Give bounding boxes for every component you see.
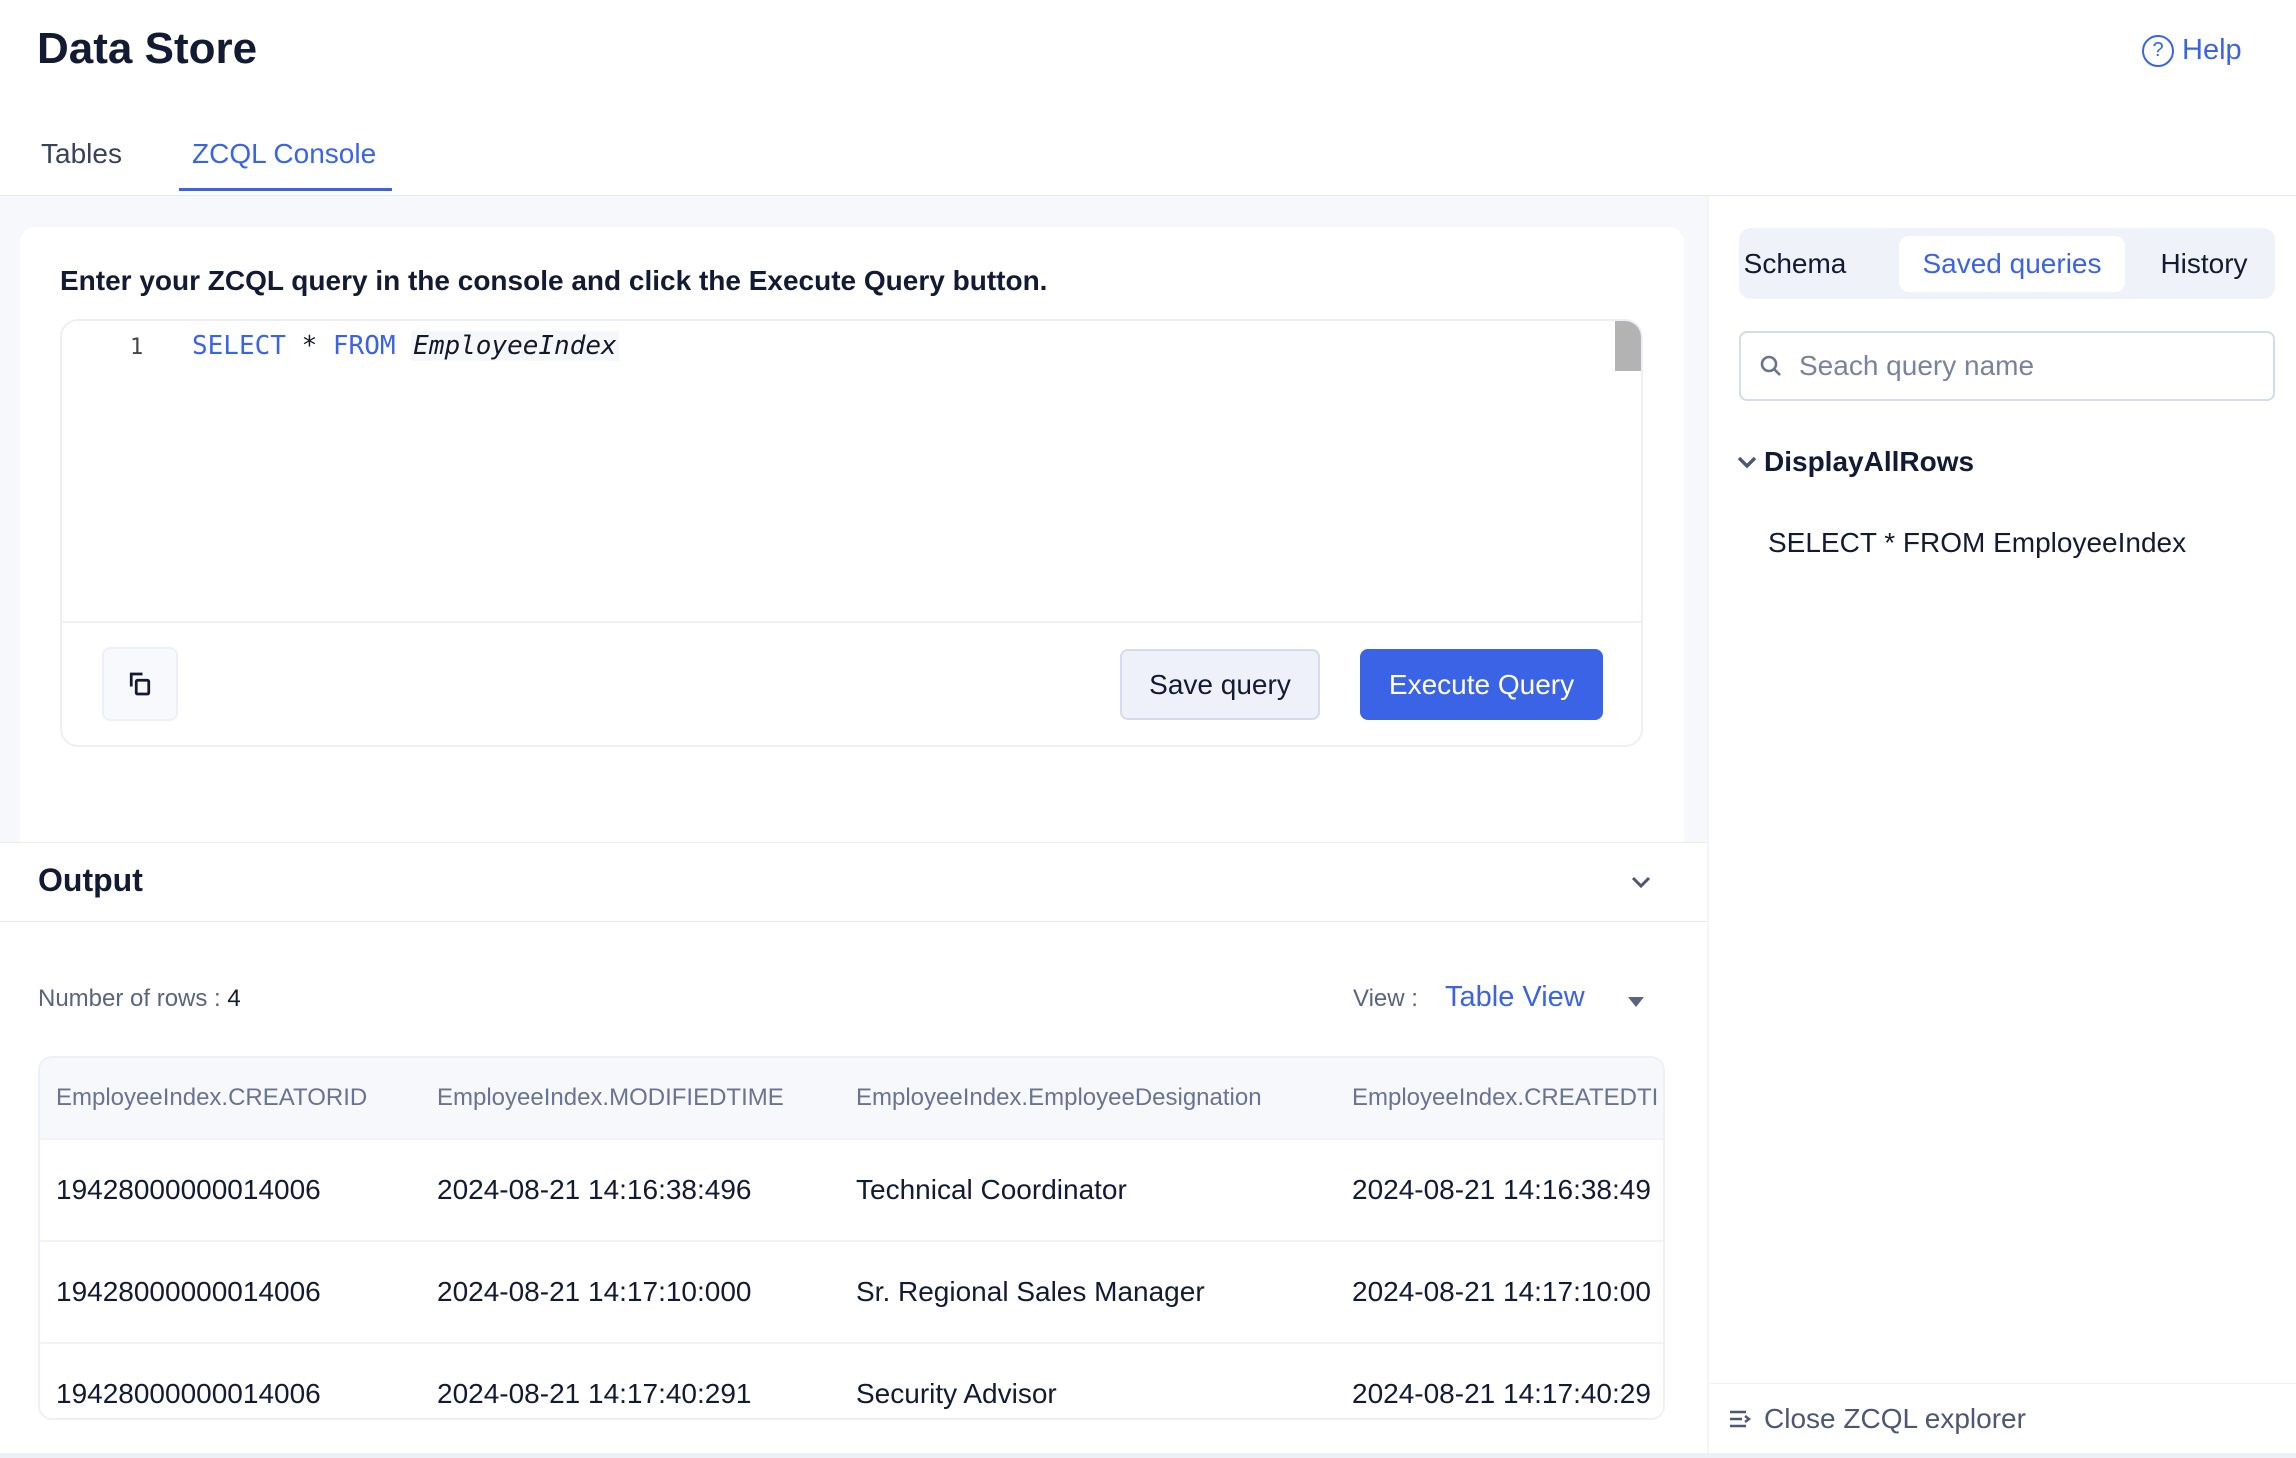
saved-query-group[interactable]: DisplayAllRows — [1736, 446, 1974, 478]
column-header[interactable]: EmployeeIndex.CREATORID — [56, 1084, 367, 1112]
group-name: DisplayAllRows — [1764, 446, 1975, 477]
search-box — [1739, 331, 2275, 401]
keyword-from: FROM — [332, 331, 396, 361]
question-circle-icon: ? — [2142, 34, 2174, 67]
close-explorer-label: Close ZCQL explorer — [1764, 1403, 2026, 1434]
copy-button[interactable] — [102, 647, 178, 721]
explorer-tabs: Schema Saved queries History — [1739, 228, 2275, 299]
save-query-button[interactable]: Save query — [1120, 649, 1320, 720]
query-editor[interactable]: 1 SELECT * FROM EmployeeIndex Save query… — [60, 319, 1643, 747]
active-tab-indicator — [179, 188, 392, 191]
table-header-row: EmployeeIndex.CREATORID EmployeeIndex.MO… — [40, 1058, 1663, 1140]
table-row: 19428000000014006 2024-08-21 14:17:10:00… — [40, 1242, 1663, 1344]
view-select[interactable]: Table View — [1445, 981, 1585, 1014]
chevron-down-icon — [1737, 456, 1757, 469]
cell: 2024-08-21 14:17:10:00 — [1352, 1276, 1651, 1307]
cell: 2024-08-21 14:16:38:49 — [1352, 1174, 1651, 1205]
divider — [0, 1453, 2296, 1458]
collapse-menu-icon — [1730, 1410, 1751, 1428]
help-label: Help — [2182, 34, 2242, 66]
page-title: Data Store — [37, 24, 258, 73]
search-query-input[interactable] — [1799, 350, 2239, 382]
tab-saved-queries[interactable]: Saved queries — [1899, 236, 2125, 292]
results-table: EmployeeIndex.CREATORID EmployeeIndex.MO… — [38, 1056, 1665, 1420]
caret-down-icon[interactable] — [1626, 994, 1646, 1010]
divider — [62, 621, 1641, 623]
cell: Sr. Regional Sales Manager — [856, 1276, 1205, 1307]
cell: 2024-08-21 14:16:38:496 — [437, 1174, 752, 1205]
table-row: 19428000000014006 2024-08-21 14:16:38:49… — [40, 1140, 1663, 1242]
divider — [1707, 196, 1709, 1458]
tab-zcql-console[interactable]: ZCQL Console — [192, 138, 376, 170]
saved-query-item[interactable]: SELECT * FROM EmployeeIndex — [1768, 527, 2186, 559]
tab-history[interactable]: History — [2139, 236, 2269, 292]
tab-tables[interactable]: Tables — [41, 138, 122, 170]
cell: 2024-08-21 14:17:10:000 — [437, 1276, 752, 1307]
row-count: Number of rows : 4 — [38, 985, 241, 1013]
row-count-value: 4 — [227, 985, 241, 1012]
output-title: Output — [38, 862, 143, 898]
code-table-name: EmployeeIndex — [411, 331, 619, 361]
view-label: View : — [1353, 985, 1418, 1012]
code-line[interactable]: SELECT * FROM EmployeeIndex — [192, 331, 619, 361]
cell: Security Advisor — [856, 1378, 1057, 1409]
copy-icon — [129, 672, 151, 696]
table-row: 19428000000014006 2024-08-21 14:17:40:29… — [40, 1344, 1663, 1418]
divider — [1709, 1383, 2296, 1384]
help-link[interactable]: ? Help — [2142, 34, 2242, 67]
cell: 2024-08-21 14:17:40:29 — [1352, 1378, 1651, 1409]
column-header[interactable]: EmployeeIndex.MODIFIEDTIME — [437, 1084, 784, 1112]
cell: 19428000000014006 — [56, 1378, 321, 1409]
line-number: 1 — [130, 335, 144, 360]
row-count-label: Number of rows : — [38, 985, 228, 1012]
cell: Technical Coordinator — [856, 1174, 1127, 1205]
cell: 2024-08-21 14:17:40:291 — [437, 1378, 752, 1409]
divider — [0, 921, 1707, 922]
search-icon — [1760, 355, 1781, 376]
chevron-down-icon[interactable] — [1628, 872, 1654, 892]
column-header[interactable]: EmployeeIndex.CREATEDTI — [1352, 1084, 1658, 1112]
cell: 19428000000014006 — [56, 1174, 321, 1205]
code-star: * — [285, 331, 333, 361]
cell: 19428000000014006 — [56, 1276, 321, 1307]
execute-query-button[interactable]: Execute Query — [1360, 649, 1603, 720]
keyword-select: SELECT — [192, 331, 286, 361]
column-header[interactable]: EmployeeIndex.EmployeeDesignation — [856, 1084, 1262, 1112]
tab-schema[interactable]: Schema — [1744, 236, 1847, 292]
editor-scrollbar[interactable] — [1615, 321, 1641, 371]
console-instruction: Enter your ZCQL query in the console and… — [60, 265, 1048, 296]
close-explorer-button[interactable]: Close ZCQL explorer — [1728, 1403, 2026, 1435]
